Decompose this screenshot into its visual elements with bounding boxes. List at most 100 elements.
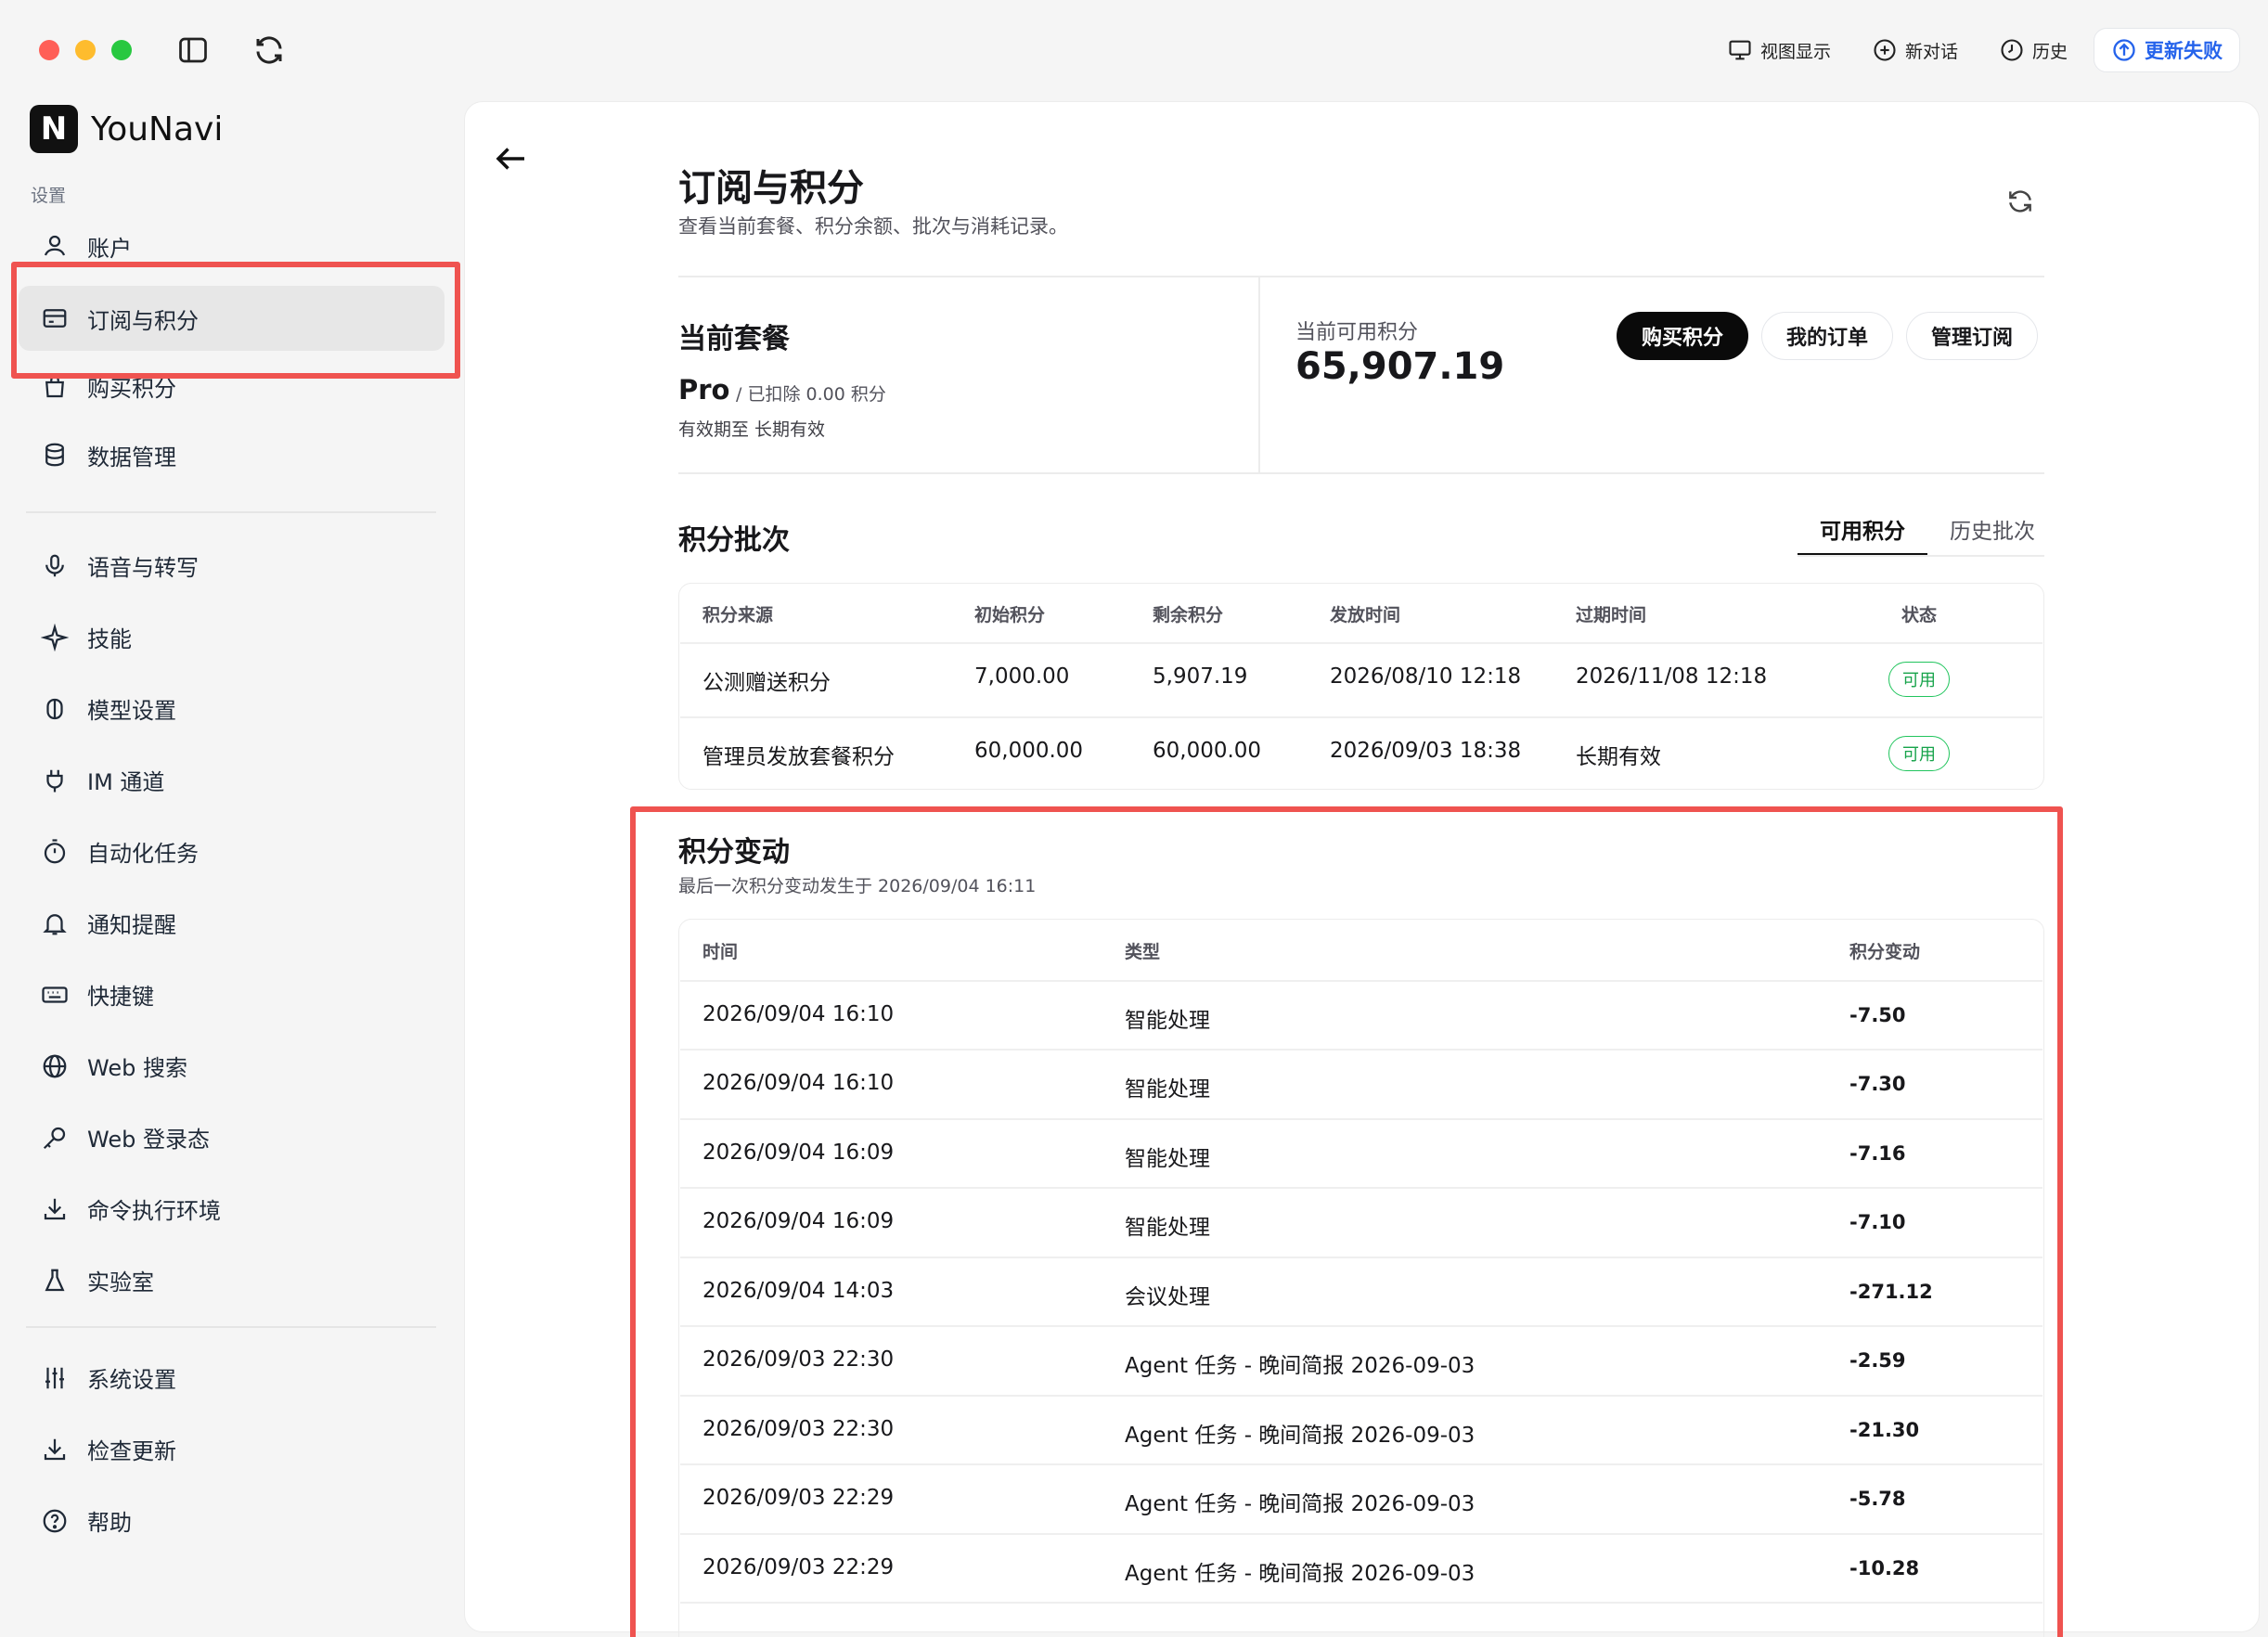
help-icon	[43, 1509, 67, 1532]
timer-icon	[44, 838, 66, 863]
close-window-button[interactable]	[39, 40, 59, 60]
batch-expires: 2026/11/08 12:18	[1576, 664, 1768, 689]
sidebar-item-data-management[interactable]: 数据管理	[19, 422, 445, 487]
titlebar-actions: 视图显示 新对话 历史 更新失败	[1727, 28, 2240, 72]
sidebar-item-label: IM 通道	[87, 769, 165, 795]
keyboard-icon	[42, 986, 68, 1003]
manage-subscription-button[interactable]: 管理订阅	[1906, 312, 2039, 360]
history-label: 历史	[2031, 41, 2068, 62]
sidebar-item-label: 账户	[87, 235, 132, 262]
sidebar-item-command-env[interactable]: 命令执行环境	[19, 1173, 445, 1244]
update-failed-label: 更新失败	[2145, 40, 2223, 62]
clock-icon	[2001, 39, 2023, 61]
sidebar-item-label: 通知提醒	[87, 912, 176, 938]
batch-initial: 60,000.00	[974, 739, 1084, 763]
key-icon	[43, 1127, 66, 1149]
window-controls	[39, 40, 132, 60]
sidebar-item-help[interactable]: 帮助	[19, 1485, 445, 1556]
plan-name: Pro	[678, 374, 730, 406]
plus-circle-icon	[1874, 39, 1896, 61]
sidebar-group-features: 语音与转写 技能 模型设置 IM 通道 自动化任务 通知提醒 快捷键 Web 搜…	[19, 530, 445, 1316]
view-display-label: 视图显示	[1759, 41, 1831, 62]
sidebar-item-im-channel[interactable]: IM 通道	[19, 744, 445, 816]
view-display-button[interactable]: 视图显示	[1727, 28, 1831, 72]
sidebar-item-skills[interactable]: 技能	[19, 601, 445, 673]
column-header: 剩余积分	[1153, 605, 1224, 625]
zoom-window-button[interactable]	[111, 40, 132, 60]
sidebar-item-voice[interactable]: 语音与转写	[19, 530, 445, 601]
sidebar-item-label: Web 搜索	[87, 1055, 187, 1081]
available-credits-value: 65,907.19	[1295, 345, 1505, 388]
page-title: 订阅与积分	[678, 167, 864, 210]
brand-logo: N	[30, 105, 78, 153]
sidebar-divider	[26, 511, 436, 513]
column-header: 状态	[1901, 605, 1938, 625]
annotation-highlight-changes	[630, 806, 2063, 1637]
update-failed-button[interactable]: 更新失败	[2094, 28, 2240, 72]
sidebar-item-label: 自动化任务	[87, 841, 199, 867]
available-credits-label: 当前可用积分	[1295, 321, 1419, 344]
sidebar-item-notifications[interactable]: 通知提醒	[19, 887, 445, 959]
column-header: 过期时间	[1576, 605, 1647, 625]
status-badge: 可用	[1888, 736, 1950, 771]
credit-actions: 购买积分 我的订单 管理订阅	[1617, 312, 2039, 360]
sliders-icon	[45, 1367, 64, 1388]
sidebar-item-lab[interactable]: 实验室	[19, 1244, 445, 1316]
back-arrow-icon[interactable]	[492, 139, 531, 178]
brain-icon	[46, 698, 63, 719]
sidebar-item-automation[interactable]: 自动化任务	[19, 816, 445, 887]
brand: N YouNavi	[30, 105, 223, 153]
batch-remaining: 60,000.00	[1153, 739, 1262, 763]
globe-icon	[43, 1054, 67, 1077]
sidebar-item-label: 实验室	[87, 1270, 154, 1295]
download-icon	[44, 1438, 66, 1460]
plug-icon	[46, 769, 63, 792]
sidebar-item-label: 技能	[87, 626, 132, 652]
user-icon	[44, 235, 66, 256]
sidebar-item-label: 数据管理	[87, 444, 176, 470]
sidebar-item-label: 快捷键	[87, 984, 154, 1010]
sidebar-item-web-login[interactable]: Web 登录态	[19, 1102, 445, 1173]
monitor-icon	[1729, 40, 1751, 60]
new-chat-button[interactable]: 新对话	[1872, 28, 1958, 72]
sidebar-item-system-settings[interactable]: 系统设置	[19, 1342, 445, 1413]
tabs-underline	[1798, 555, 2044, 557]
plan-divider	[1258, 277, 1260, 473]
plan-expiry: 有效期至 长期有效	[678, 419, 826, 440]
sidebar-item-label: 帮助	[87, 1510, 132, 1536]
history-button[interactable]: 历史	[1999, 28, 2068, 72]
sidebar-item-label: 语音与转写	[87, 555, 199, 581]
sidebar-item-check-updates[interactable]: 检查更新	[19, 1413, 445, 1485]
bell-icon	[43, 913, 67, 935]
my-orders-button[interactable]: 我的订单	[1761, 312, 1894, 360]
status-badge: 可用	[1888, 662, 1950, 697]
sidebar-item-web-search[interactable]: Web 搜索	[19, 1030, 445, 1102]
batch-source: 公测赠送积分	[702, 671, 831, 695]
tab-history-batches[interactable]: 历史批次	[1927, 513, 2057, 556]
sidebar-item-model-settings[interactable]: 模型设置	[19, 673, 445, 744]
minimize-window-button[interactable]	[75, 40, 96, 60]
batch-source: 管理员发放套餐积分	[702, 745, 895, 769]
brand-name: YouNavi	[91, 110, 224, 148]
batch-initial: 7,000.00	[974, 664, 1070, 689]
flask-icon	[45, 1269, 65, 1291]
current-plan-heading: 当前套餐	[678, 323, 790, 355]
tab-available-credits[interactable]: 可用积分	[1798, 513, 1927, 556]
sidebar-toggle-icon[interactable]	[176, 33, 210, 67]
download-icon	[44, 1198, 66, 1219]
annotation-highlight-sidebar	[11, 262, 460, 379]
page-subtitle: 查看当前套餐、积分余额、批次与消耗记录。	[678, 215, 1068, 238]
refresh-icon[interactable]	[2005, 187, 2035, 216]
new-chat-label: 新对话	[1904, 41, 1958, 62]
plan-deducted: / 已扣除 0.00 积分	[736, 384, 886, 405]
database-icon	[45, 443, 64, 467]
reload-icon[interactable]	[252, 33, 286, 67]
credit-batches-heading: 积分批次	[678, 524, 790, 557]
column-header: 发放时间	[1330, 605, 1401, 625]
settings-section-label: 设置	[31, 186, 67, 206]
batch-remaining: 5,907.19	[1153, 664, 1248, 689]
buy-credits-button[interactable]: 购买积分	[1617, 312, 1749, 360]
column-header: 初始积分	[974, 605, 1046, 625]
sidebar-item-shortcuts[interactable]: 快捷键	[19, 959, 445, 1030]
sidebar-group-system: 系统设置 检查更新 帮助	[19, 1342, 445, 1556]
